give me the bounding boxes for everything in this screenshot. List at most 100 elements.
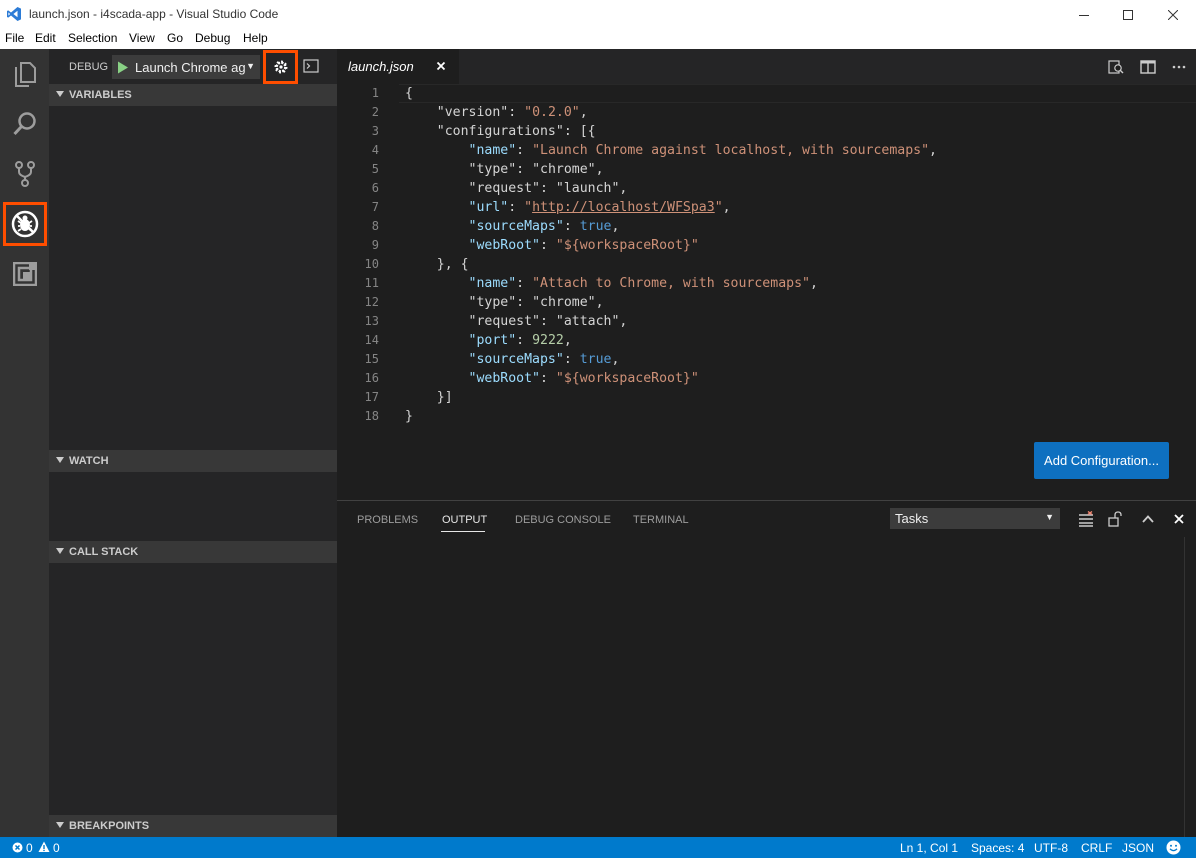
- code-line: "sourceMaps": true,: [468, 219, 620, 234]
- minimize-button[interactable]: [1061, 0, 1107, 29]
- chevron-down-icon: ▼: [246, 61, 255, 71]
- feedback-smiley-icon[interactable]: [1166, 840, 1181, 855]
- breakpoints-section-header[interactable]: BREAKPOINTS: [49, 815, 337, 837]
- debug-console-icon[interactable]: [303, 59, 319, 73]
- source-control-button[interactable]: [0, 149, 49, 199]
- close-panel-icon[interactable]: [1171, 511, 1187, 527]
- expanded-arrow-icon: [56, 91, 64, 97]
- menu-help[interactable]: Help: [243, 31, 268, 45]
- lock-scroll-icon[interactable]: [1108, 511, 1122, 527]
- code-line: "type": "chrome",: [468, 162, 604, 177]
- warning-count[interactable]: 0: [53, 841, 60, 855]
- watch-section-header[interactable]: WATCH: [49, 450, 337, 472]
- code-line: "sourceMaps": true,: [468, 352, 620, 367]
- debug-highlight-box: [2, 202, 47, 246]
- clear-output-icon[interactable]: [1078, 511, 1094, 527]
- debug-sidebar: DEBUG Launch Chrome ag ▼ VARIABLES WATCH…: [49, 49, 337, 837]
- gear-icon: [274, 60, 287, 74]
- code-line: "request": "launch",: [468, 181, 628, 196]
- code-line: "webRoot": "${workspaceRoot}": [468, 371, 699, 386]
- tab-launch-json[interactable]: launch.json: [337, 49, 459, 84]
- add-configuration-button[interactable]: Add Configuration...: [1034, 442, 1169, 479]
- expanded-arrow-icon: [56, 822, 64, 828]
- close-icon: [1168, 9, 1178, 20]
- menu-bar: File Edit Selection View Go Debug Help: [0, 29, 1196, 49]
- extensions-button[interactable]: [0, 249, 49, 299]
- debug-icon: [11, 210, 38, 238]
- line-number-gutter: 1 2 3 4 5 6 7 8 9 10 11 12 13 14 15 16 1…: [337, 84, 387, 426]
- tab-label: launch.json: [348, 59, 414, 74]
- code-line: "request": "attach",: [468, 314, 628, 329]
- call-stack-label: CALL STACK: [69, 546, 139, 558]
- output-channel-value: Tasks: [895, 511, 929, 526]
- code-line: "type": "chrome",: [468, 295, 604, 310]
- vscode-logo-icon: [7, 7, 21, 21]
- menu-selection[interactable]: Selection: [68, 31, 117, 45]
- warning-icon[interactable]: [38, 841, 50, 853]
- line-number: 1: [371, 86, 379, 100]
- call-stack-section-header[interactable]: CALL STACK: [49, 541, 337, 563]
- tab-debug-console[interactable]: DEBUG CONSOLE: [515, 514, 611, 526]
- end-of-line[interactable]: CRLF: [1081, 841, 1112, 855]
- line-number: 5: [371, 162, 379, 176]
- maximize-button[interactable]: [1105, 0, 1151, 29]
- tab-terminal[interactable]: TERMINAL: [633, 514, 689, 526]
- launch-configuration-select[interactable]: Launch Chrome ag ▼: [112, 55, 260, 79]
- split-editor-icon[interactable]: [1140, 59, 1156, 75]
- active-tab-indicator: [441, 531, 485, 532]
- minimize-icon: [1079, 14, 1089, 16]
- editor-tab-bar: launch.json: [337, 49, 1196, 84]
- indentation[interactable]: Spaces: 4: [971, 841, 1024, 855]
- variables-label: VARIABLES: [69, 89, 132, 101]
- code-line: "name": "Launch Chrome against localhost…: [468, 143, 937, 158]
- line-number: 4: [371, 143, 379, 157]
- error-icon[interactable]: [12, 842, 23, 853]
- code-line: }: [405, 409, 413, 424]
- activity-bar: [0, 49, 49, 837]
- maximize-icon: [1123, 9, 1133, 20]
- code-line: "url": "http://localhost/WFSpa3",: [468, 200, 731, 215]
- code-line: }]: [436, 390, 453, 405]
- variables-section-header[interactable]: VARIABLES: [49, 84, 337, 106]
- explorer-button[interactable]: [0, 49, 49, 99]
- menu-view[interactable]: View: [129, 31, 155, 45]
- code-line: {: [405, 86, 413, 101]
- debug-view-button[interactable]: [0, 199, 49, 249]
- bottom-panel: PROBLEMS OUTPUT DEBUG CONSOLE TERMINAL T…: [337, 500, 1196, 837]
- menu-go[interactable]: Go: [167, 31, 183, 45]
- menu-file[interactable]: File: [5, 31, 24, 45]
- output-channel-select[interactable]: Tasks ▼: [890, 508, 1060, 529]
- close-window-button[interactable]: [1150, 0, 1196, 29]
- code-line: "name": "Attach to Chrome, with sourcema…: [468, 276, 818, 291]
- line-number: 17: [364, 390, 379, 404]
- cursor-position[interactable]: Ln 1, Col 1: [900, 841, 958, 855]
- line-number: 12: [364, 295, 379, 309]
- line-number: 11: [364, 276, 379, 290]
- tab-output[interactable]: OUTPUT: [442, 514, 487, 526]
- error-count[interactable]: 0: [26, 841, 33, 855]
- line-number: 7: [371, 200, 379, 214]
- code-lines: { "version": "0.2.0", "configurations": …: [405, 84, 1185, 426]
- close-tab-icon[interactable]: [434, 59, 448, 73]
- output-scrollbar[interactable]: [1184, 537, 1196, 837]
- code-line: "configurations": [{: [436, 124, 596, 139]
- maximize-panel-icon[interactable]: [1140, 511, 1156, 527]
- search-view-button[interactable]: [0, 99, 49, 149]
- expanded-arrow-icon: [56, 548, 64, 554]
- launch-configuration-value: Launch Chrome ag: [135, 60, 246, 75]
- play-icon[interactable]: [117, 61, 129, 74]
- search-icon: [12, 112, 36, 136]
- open-changes-icon[interactable]: [1108, 59, 1124, 75]
- code-line: "version": "0.2.0",: [436, 105, 588, 120]
- code-line: }, {: [436, 257, 469, 272]
- tab-problems[interactable]: PROBLEMS: [357, 514, 418, 526]
- menu-edit[interactable]: Edit: [35, 31, 56, 45]
- menu-debug[interactable]: Debug: [195, 31, 230, 45]
- code-editor[interactable]: 1 2 3 4 5 6 7 8 9 10 11 12 13 14 15 16 1…: [337, 84, 1196, 500]
- more-actions-icon[interactable]: [1171, 59, 1187, 75]
- line-number: 2: [371, 105, 379, 119]
- open-launch-json-button[interactable]: [263, 50, 298, 84]
- line-number: 16: [364, 371, 379, 385]
- file-encoding[interactable]: UTF-8: [1034, 841, 1068, 855]
- language-mode[interactable]: JSON: [1122, 841, 1154, 855]
